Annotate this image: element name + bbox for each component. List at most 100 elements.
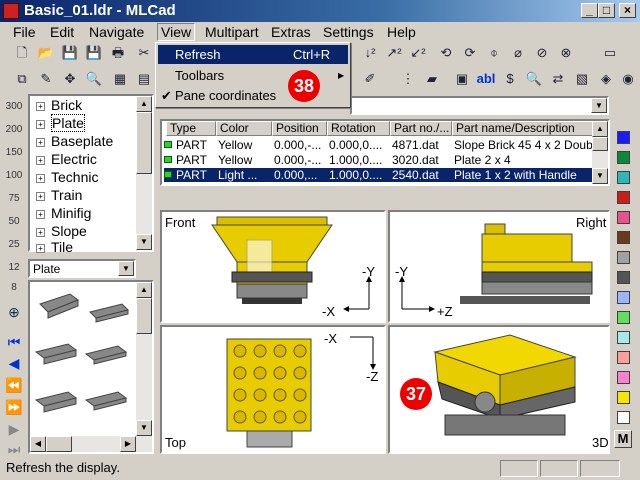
color-swatch[interactable] [617,251,630,264]
color-swatch[interactable] [617,191,630,204]
target-icon[interactable]: ⊕ [4,304,24,324]
scroll-down-icon[interactable]: ▼ [136,420,152,436]
light-icon[interactable]: ◉ [618,69,638,89]
scroll-down-icon[interactable]: ▼ [592,168,608,184]
tree-item-train[interactable]: + Train [36,187,82,203]
expand-icon[interactable]: + [36,137,45,147]
category-select[interactable]: Plate ▼ [28,259,136,278]
grid-dots-icon[interactable]: ⋮ [398,69,418,89]
zoom-8-icon[interactable]: 8 [4,282,24,302]
menu-help[interactable]: Help [387,24,416,40]
first-step-icon[interactable]: ⏮ [4,334,24,354]
table-row[interactable]: PART Yellow 0.000,-... 1.000,0.... 3020.… [162,153,592,167]
zoom-12-icon[interactable]: 12 [4,262,24,282]
scroll-down-icon[interactable]: ▼ [136,234,152,250]
tree-item-tile[interactable]: + Tile [36,239,73,255]
expand-icon[interactable]: + [36,191,45,201]
menu-settings[interactable]: Settings [323,24,374,40]
rotate-e-icon[interactable]: ⊘ [532,43,552,63]
expand-icon[interactable]: + [36,243,45,253]
preview-icon[interactable]: ▣ [452,69,472,89]
menu-view[interactable]: View [157,23,196,41]
column-header-color[interactable]: Color [216,121,272,136]
move-icon[interactable]: ✥ [60,69,80,89]
scroll-right-icon[interactable]: ▶ [120,436,136,452]
color-swatch[interactable] [617,351,630,364]
front-view[interactable]: Front -Y -X [160,210,386,323]
scroll-thumb[interactable] [592,137,608,151]
color-swatch[interactable] [617,231,630,244]
menu-multipart[interactable]: Multipart [205,24,259,40]
tree-item-electric[interactable]: + Electric [36,151,97,167]
color-swatch[interactable] [617,211,630,224]
tree-item-plate[interactable]: + Plate [36,114,85,132]
color-swatch[interactable] [617,271,630,284]
top-view[interactable]: Top -X -Z [160,325,386,454]
tree-item-brick[interactable]: + Brick [36,97,82,113]
column-header-rotation[interactable]: Rotation [327,121,390,136]
table-icon[interactable]: ▤ [134,69,154,89]
expand-icon[interactable]: + [36,119,45,129]
tree-item-baseplate[interactable]: + Baseplate [36,133,113,149]
rotate-f-icon[interactable]: ⊗ [556,43,576,63]
color-swatch[interactable] [617,151,630,164]
expand-icon[interactable]: + [36,209,45,219]
folder-icon[interactable]: ▰ [422,69,442,89]
tree-item-technic[interactable]: + Technic [36,169,98,185]
color-swatch[interactable] [617,311,630,324]
zoom-75-icon[interactable]: 75 [4,193,24,213]
preview-scrollbar[interactable]: ▲ ▼ [136,282,152,436]
menu-edit[interactable]: Edit [50,24,74,40]
render-icon[interactable]: ◈ [596,69,616,89]
color-swatch[interactable] [617,331,630,344]
column-header-position[interactable]: Position [272,121,327,136]
menu-item-refresh[interactable]: Refresh Ctrl+R [158,45,348,64]
maximize-button[interactable]: □ [598,3,615,18]
scroll-up-icon[interactable]: ▲ [592,121,608,137]
export-icon[interactable]: ⇄ [548,69,568,89]
color-swatch[interactable] [617,391,630,404]
scroll-up-icon[interactable]: ▲ [136,96,152,112]
minimize-button[interactable]: _ [581,3,598,18]
color-swatch[interactable] [617,171,630,184]
zoom-150-icon[interactable]: 150 [4,147,24,167]
table-row-selected[interactable]: PART Light ... 0.000,... 1.000,0.... 254… [164,168,594,182]
brick-icon[interactable]: ▭ [600,43,620,63]
chevron-down-icon[interactable]: ▼ [118,261,134,276]
right-view[interactable]: Right -Y +Z [388,210,610,323]
more-colors-button[interactable]: M [614,430,632,448]
menu-navigate[interactable]: Navigate [89,24,144,40]
edit-icon[interactable]: ✎ [36,69,56,89]
rotate-d-icon[interactable]: ⌀ [508,43,528,63]
scroll-thumb[interactable] [136,112,152,174]
save-as-icon[interactable]: 💾 [84,43,104,63]
expand-icon[interactable]: + [36,101,45,111]
search-icon[interactable]: 🔍 [524,69,544,89]
next-step-icon[interactable]: ▶ [4,421,24,441]
column-header-partno[interactable]: Part no./... [390,121,452,136]
zoom-25-icon[interactable]: 25 [4,239,24,259]
expand-icon[interactable]: + [36,155,45,165]
chevron-down-icon[interactable]: ▼ [591,98,607,113]
scroll-thumb[interactable] [46,436,72,452]
zoom-50-icon[interactable]: 50 [4,216,24,236]
zoom-200-icon[interactable]: 200 [4,124,24,144]
zoom-300-icon[interactable]: 300 [4,101,24,121]
image-icon[interactable]: ▧ [572,69,592,89]
rotate-b-icon[interactable]: ⟳ [460,43,480,63]
expand-icon[interactable]: + [36,173,45,183]
scroll-left-icon[interactable]: ◀ [30,436,46,452]
zoom-100-icon[interactable]: 100 [4,170,24,190]
color-swatch[interactable] [617,371,630,384]
scroll-up-icon[interactable]: ▲ [136,282,152,298]
cut-icon[interactable]: ✂ [134,43,154,63]
print-icon[interactable]: 🖶 [108,43,128,63]
preview-hscrollbar[interactable]: ◀ ▶ [30,436,152,452]
rotate-z-icon[interactable]: ↙² [408,43,428,63]
color-swatch[interactable] [617,131,630,144]
rewind-icon[interactable]: ⏪ [4,377,24,397]
tree-scrollbar[interactable]: ▲ ▼ [136,96,152,250]
menu-file[interactable]: File [13,24,36,40]
step-icon[interactable]: $ [500,69,520,89]
close-button[interactable]: × [619,3,636,18]
